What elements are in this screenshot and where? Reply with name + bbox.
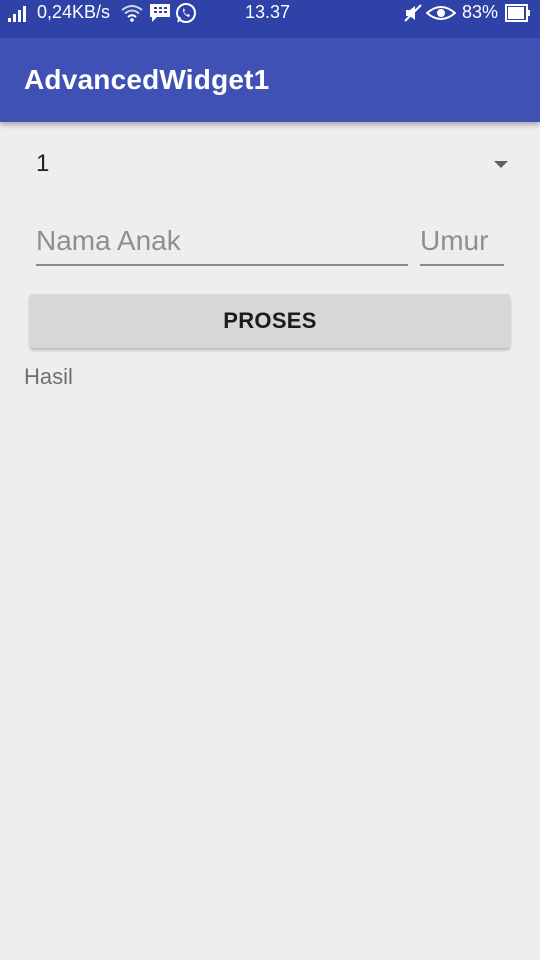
wifi-icon <box>121 0 143 25</box>
battery-level: 83% <box>462 2 499 22</box>
nama-anak-input[interactable] <box>36 218 408 266</box>
eye-icon <box>426 0 456 25</box>
network-speed: 0,24KB/s <box>37 2 111 22</box>
bbm-icon <box>149 0 171 25</box>
nama-anak-field <box>36 218 408 268</box>
battery-icon <box>505 0 531 25</box>
mute-icon <box>403 0 423 25</box>
umur-field <box>420 218 504 268</box>
whatsapp-icon <box>175 0 197 25</box>
app-bar: AdvancedWidget1 <box>0 38 540 122</box>
app-title: AdvancedWidget1 <box>24 64 270 95</box>
dropdown-arrow-icon <box>494 161 508 168</box>
result-text: Hasil <box>24 364 73 389</box>
clock: 13.37 <box>245 2 291 22</box>
status-bar: 0,24KB/s 13.37 83% <box>0 0 540 38</box>
proses-button[interactable]: PROSES <box>30 294 510 348</box>
number-spinner[interactable]: 1 <box>24 142 516 190</box>
signal-icon <box>8 0 30 25</box>
umur-input[interactable] <box>420 218 504 266</box>
spinner-selected-value: 1 <box>36 150 50 177</box>
